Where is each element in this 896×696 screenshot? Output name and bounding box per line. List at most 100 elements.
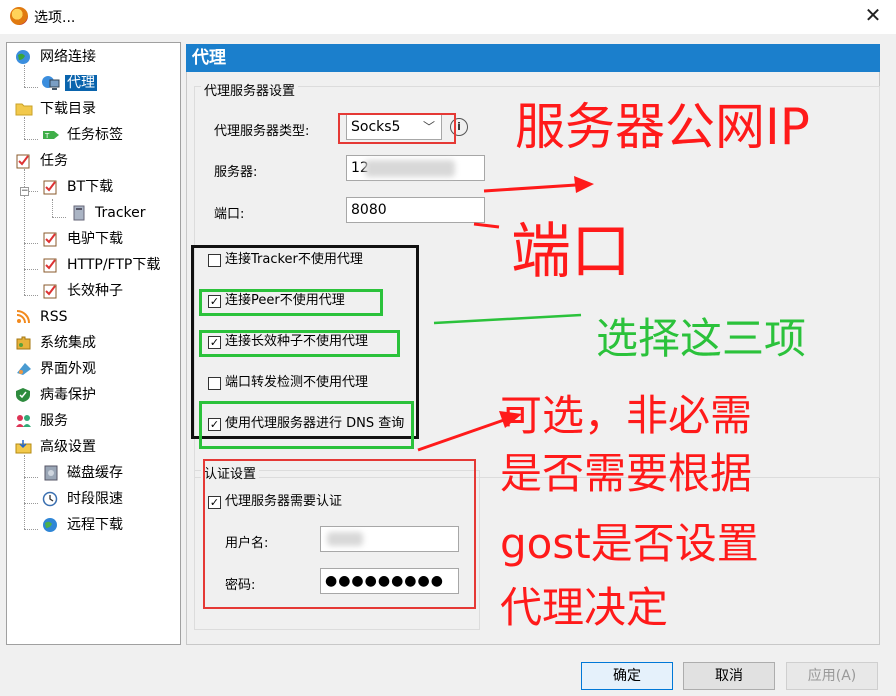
bt-expander[interactable]: − <box>20 187 29 196</box>
tree-item-label: 界面外观 <box>40 361 96 377</box>
tree-guide <box>24 269 38 270</box>
checkbox-peer-no-proxy[interactable]: ✓ 连接Peer不使用代理 <box>208 291 345 311</box>
palette-icon <box>15 361 33 377</box>
task-clipboard-icon <box>42 179 60 195</box>
tree-item-antivirus[interactable]: 病毒保护 <box>15 384 98 406</box>
annotation-optional-4: 代理决定 <box>500 583 669 632</box>
task-clipboard-icon <box>15 153 33 169</box>
auth-group-legend: 认证设置 <box>201 463 260 482</box>
checkbox-box[interactable] <box>208 253 221 267</box>
annotation-server-ip: 服务器公网IP <box>515 98 810 156</box>
tree-item-bt[interactable]: BT下载 <box>42 176 115 198</box>
ok-button[interactable]: 确定 <box>581 662 673 690</box>
checkbox-label: 连接Peer不使用代理 <box>225 293 345 308</box>
check-icon[interactable]: ✓ <box>208 294 221 308</box>
proxy-computer-icon <box>42 75 60 91</box>
tree-item-label: 长效种子 <box>67 283 123 299</box>
checkbox-longseed-no-proxy[interactable]: ✓ 连接长效种子不使用代理 <box>208 332 368 352</box>
close-button[interactable]: ✕ <box>860 3 886 27</box>
window-titlebar: 选项... ✕ <box>0 0 896 34</box>
checkbox-require-auth[interactable]: ✓ 代理服务器需要认证 <box>208 492 342 512</box>
port-value: 8080 <box>351 202 387 218</box>
tree-guide <box>52 199 53 217</box>
proxy-type-select[interactable]: Socks5 ﹀ <box>346 114 442 140</box>
options-tree[interactable]: − 网络连接 代理 下载目录 T 任务标签 任务 BT下载 Tracker 电驴下… <box>6 42 181 645</box>
info-icon[interactable]: i <box>450 118 468 136</box>
check-icon[interactable]: ✓ <box>208 417 221 431</box>
tree-guide <box>24 87 38 88</box>
tree-item-download-dir[interactable]: 下载目录 <box>15 98 98 120</box>
annotation-optional-2: 是否需要根据 <box>500 449 753 498</box>
tree-item-emule[interactable]: 电驴下载 <box>42 228 125 250</box>
checkbox-proxy-dns[interactable]: ✓ 使用代理服务器进行 DNS 查询 <box>208 414 404 434</box>
tree-item-service[interactable]: 服务 <box>15 410 70 432</box>
redacted-username-blur <box>327 532 363 546</box>
cancel-button[interactable]: 取消 <box>683 662 775 690</box>
panel-title: 代理 <box>186 44 880 72</box>
apply-button[interactable]: 应用(A) <box>786 662 878 690</box>
annotation-optional-1: 可选，非必需 <box>500 391 753 440</box>
port-input[interactable]: 8080 <box>346 197 485 223</box>
checkbox-label: 连接长效种子不使用代理 <box>225 334 369 349</box>
tree-guide <box>28 191 38 192</box>
task-clipboard-icon <box>42 283 60 299</box>
tree-item-network[interactable]: 网络连接 <box>15 46 98 68</box>
server-icon <box>70 205 88 221</box>
checkbox-label: 代理服务器需要认证 <box>225 494 343 509</box>
tree-guide <box>24 455 25 529</box>
clock-icon <box>42 491 60 507</box>
tree-item-label: 病毒保护 <box>40 387 96 403</box>
tree-item-label: 任务 <box>40 153 68 169</box>
tree-guide <box>24 65 25 87</box>
shield-icon <box>15 387 33 403</box>
tree-guide <box>24 139 38 140</box>
checkbox-label: 端口转发检测不使用代理 <box>225 375 369 390</box>
password-value: ●●●●●●●●● <box>325 573 444 589</box>
rss-icon <box>15 309 33 325</box>
checkbox-port-detect-no-proxy[interactable]: 端口转发检测不使用代理 <box>208 373 368 393</box>
tree-item-label: 远程下载 <box>67 517 123 533</box>
tree-guide <box>24 117 25 139</box>
tree-item-appearance[interactable]: 界面外观 <box>15 358 98 380</box>
tree-item-long-seed[interactable]: 长效种子 <box>42 280 125 302</box>
checkbox-label: 连接Tracker不使用代理 <box>225 252 363 267</box>
tree-item-task-tags[interactable]: T 任务标签 <box>42 124 125 146</box>
annotation-port: 端口 <box>511 217 631 287</box>
tree-item-label: 代理 <box>65 75 97 91</box>
globe-network-icon <box>15 49 33 65</box>
tree-item-disk-cache[interactable]: 磁盘缓存 <box>42 462 125 484</box>
puzzle-icon <box>15 335 33 351</box>
tree-item-label: 系统集成 <box>40 335 96 351</box>
tree-item-label: HTTP/FTP下载 <box>67 257 161 273</box>
tree-item-label: 下载目录 <box>40 101 96 117</box>
tree-item-tracker[interactable]: Tracker <box>70 202 148 224</box>
task-clipboard-icon <box>42 231 60 247</box>
checkbox-box[interactable] <box>208 376 221 390</box>
tree-guide <box>24 477 38 478</box>
folder-icon <box>15 101 33 117</box>
annotation-choose-three: 选择这三项 <box>596 314 807 363</box>
tree-item-advanced[interactable]: 高级设置 <box>15 436 98 458</box>
check-icon[interactable]: ✓ <box>208 495 221 509</box>
checkbox-label: 使用代理服务器进行 DNS 查询 <box>225 416 405 431</box>
tree-item-label: Tracker <box>95 205 146 221</box>
tree-item-speed-limit[interactable]: 时段限速 <box>42 488 125 510</box>
tree-item-integration[interactable]: 系统集成 <box>15 332 98 354</box>
check-icon[interactable]: ✓ <box>208 335 221 349</box>
password-input[interactable]: ●●●●●●●●● <box>320 568 459 594</box>
redacted-server-blur <box>365 160 455 177</box>
tag-icon: T <box>42 127 60 143</box>
proxy-type-label: 代理服务器类型: <box>214 124 310 139</box>
users-icon <box>15 413 33 429</box>
tree-item-http-ftp[interactable]: HTTP/FTP下载 <box>42 254 162 276</box>
tree-item-label: 服务 <box>40 413 68 429</box>
password-label: 密码: <box>225 578 256 593</box>
tree-guide <box>24 295 38 296</box>
tree-guide <box>24 503 38 504</box>
tree-item-remote-download[interactable]: 远程下载 <box>42 514 125 536</box>
window-title: 选项... <box>34 10 76 26</box>
tree-item-task[interactable]: 任务 <box>15 150 70 172</box>
checkbox-tracker-no-proxy[interactable]: 连接Tracker不使用代理 <box>208 250 363 270</box>
tree-item-rss[interactable]: RSS <box>15 306 70 328</box>
tree-item-proxy[interactable]: 代理 <box>42 72 97 94</box>
